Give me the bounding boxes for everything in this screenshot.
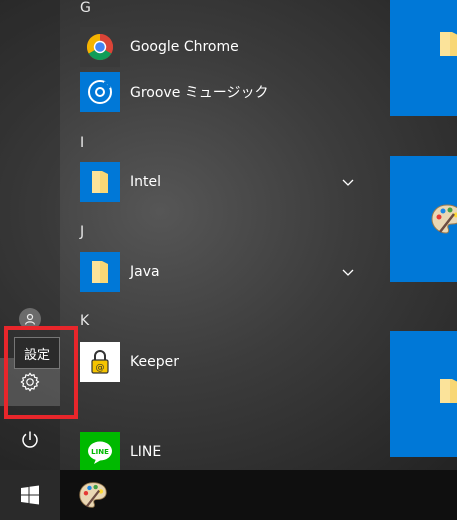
- chevron-down-icon[interactable]: [340, 264, 356, 280]
- app-label: LINE: [130, 444, 162, 460]
- folder-icon: [440, 32, 457, 56]
- app-keeper[interactable]: @ Keeper: [80, 342, 370, 382]
- svg-text:LINE: LINE: [91, 448, 109, 456]
- app-label: Keeper: [130, 354, 179, 370]
- start-left-rail: [0, 0, 60, 470]
- power-button[interactable]: [0, 416, 60, 464]
- keeper-lock-icon: @: [80, 342, 120, 382]
- tile-folder[interactable]: [390, 331, 457, 457]
- paint-palette-icon: [431, 204, 457, 234]
- svg-text:@: @: [96, 363, 105, 373]
- settings-tooltip: 設定: [14, 337, 61, 369]
- user-account-button[interactable]: [0, 298, 60, 340]
- app-folder-java[interactable]: Java: [80, 252, 370, 292]
- gear-icon: [20, 372, 40, 392]
- chrome-icon: [80, 27, 120, 67]
- power-icon: [22, 431, 38, 448]
- folder-icon: [80, 252, 120, 292]
- app-folder-intel[interactable]: Intel: [80, 162, 370, 202]
- app-label: Google Chrome: [130, 39, 239, 55]
- start-button[interactable]: [0, 470, 60, 520]
- line-icon: LINE: [80, 432, 120, 470]
- windows-logo-icon: [21, 485, 39, 505]
- folder-icon: [440, 379, 457, 403]
- groove-music-icon: [80, 72, 120, 112]
- app-list: G Google Chrome Groove ミュージック I Intel J …: [60, 0, 370, 470]
- section-header-g[interactable]: G: [80, 0, 91, 16]
- taskbar: [0, 470, 457, 520]
- chevron-down-icon[interactable]: [340, 174, 356, 190]
- section-header-j[interactable]: J: [80, 224, 84, 240]
- section-header-k[interactable]: K: [80, 313, 89, 329]
- tile-paint[interactable]: [390, 156, 457, 282]
- section-header-i[interactable]: I: [80, 135, 84, 151]
- folder-icon: [80, 162, 120, 202]
- app-groove-music[interactable]: Groove ミュージック: [80, 72, 370, 112]
- taskbar-paint-app[interactable]: [70, 475, 116, 515]
- user-icon: [19, 308, 41, 330]
- app-google-chrome[interactable]: Google Chrome: [80, 27, 370, 67]
- app-label: Intel: [130, 174, 161, 190]
- paint-palette-icon: [79, 482, 107, 508]
- tile-folder[interactable]: [390, 0, 457, 116]
- app-line[interactable]: LINE LINE: [80, 432, 370, 470]
- app-label: Java: [130, 264, 160, 280]
- app-label: Groove ミュージック: [130, 85, 269, 101]
- start-menu: G Google Chrome Groove ミュージック I Intel J …: [0, 0, 457, 470]
